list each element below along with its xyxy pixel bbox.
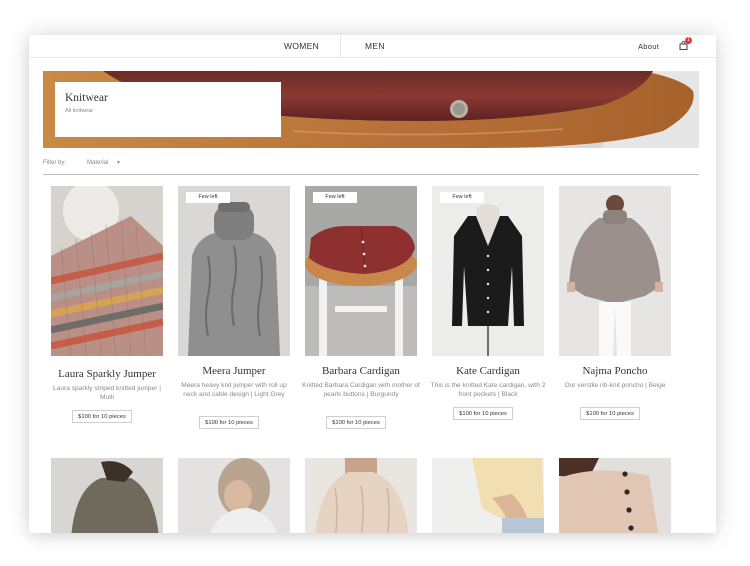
price-button[interactable]: $100 for 10 pieces <box>326 416 386 429</box>
product-image-kate[interactable]: Few left <box>432 186 544 356</box>
product-description: This is the knitted Kate cardigan, with … <box>430 382 546 398</box>
page-subtitle: All knitwear <box>65 108 94 114</box>
product-card[interactable]: Few left Barbara Cardigan Knitted Barbar… <box>302 186 420 429</box>
chevron-down-icon: ▼ <box>116 160 121 166</box>
product-name[interactable]: Najma Poncho <box>553 365 677 377</box>
nav-divider <box>340 35 341 57</box>
filter-divider <box>43 174 699 175</box>
product-card[interactable]: Few left Meera Jumper Meera heavy knit j… <box>178 186 290 429</box>
product-image-laura[interactable] <box>51 186 163 356</box>
product-image-row2-1[interactable] <box>51 458 163 533</box>
product-description: Meera heavy knit jumper with roll up nec… <box>181 382 287 398</box>
nav-women-link[interactable]: WOMEN <box>284 41 319 51</box>
price-button[interactable]: $100 for 10 pieces <box>453 407 513 420</box>
filter-label: Filter by: <box>43 160 67 166</box>
nav-about-link[interactable]: About <box>638 42 659 51</box>
product-description: Knitted Barbara Cardigan with mother of … <box>302 382 420 398</box>
product-name[interactable]: Kate Cardigan <box>426 365 550 377</box>
material-filter-label: Material <box>87 160 109 166</box>
few-left-badge: Few left <box>440 192 484 203</box>
price-button[interactable]: $100 for 10 pieces <box>72 410 132 423</box>
price-button[interactable]: $100 for 10 pieces <box>580 407 640 420</box>
product-name[interactable]: Meera Jumper <box>172 365 296 377</box>
product-description: Our verstile rib-knit poncho | Beige <box>564 382 666 389</box>
product-name[interactable]: Barbara Cardigan <box>299 365 423 377</box>
few-left-badge: Few left <box>313 192 357 203</box>
hero-banner: Knitwear All knitwear <box>43 71 699 148</box>
top-nav: WOMEN MEN About 1 <box>29 35 716 58</box>
material-filter-dropdown[interactable]: Material ▼ <box>87 160 121 166</box>
page-title: Knitwear <box>65 92 108 104</box>
product-card[interactable]: Najma Poncho Our verstile rib-knit ponch… <box>559 186 671 420</box>
product-description: Laura sparkly striped knitted jumper | M… <box>53 385 161 401</box>
few-left-badge: Few left <box>186 192 230 203</box>
cart-count-badge: 1 <box>685 37 692 44</box>
price-button[interactable]: $100 for 10 pieces <box>199 416 259 429</box>
product-image-row2-5[interactable] <box>559 458 671 533</box>
product-image-najma[interactable] <box>559 186 671 356</box>
product-image-row2-3[interactable] <box>305 458 417 533</box>
product-card[interactable]: Few left Kate Cardigan This is the knitt… <box>431 186 545 420</box>
product-image-row2-2[interactable] <box>178 458 290 533</box>
nav-men-link[interactable]: MEN <box>365 41 385 51</box>
product-image-row2-4[interactable] <box>432 458 544 533</box>
product-image-barbara[interactable]: Few left <box>305 186 417 356</box>
product-card[interactable]: Laura Sparkly Jumper Laura sparkly strip… <box>51 186 163 423</box>
browser-frame: WOMEN MEN About 1 Knitwear All knitwear … <box>29 35 716 533</box>
product-name[interactable]: Laura Sparkly Jumper <box>45 368 169 380</box>
hero-title-box: Knitwear All knitwear <box>55 82 281 137</box>
product-image-meera[interactable]: Few left <box>178 186 290 356</box>
